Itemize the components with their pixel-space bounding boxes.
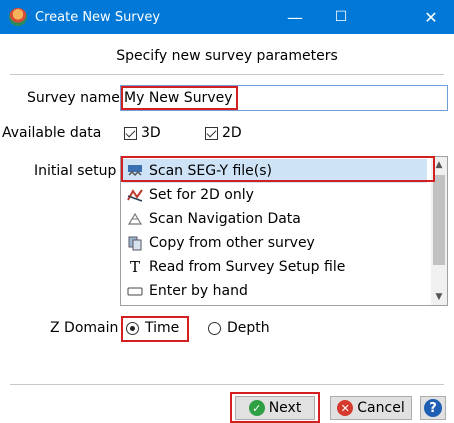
survey-name-input[interactable] (120, 85, 448, 111)
list-item-label: Scan SEG-Y file(s) (149, 163, 272, 179)
scroll-down-icon[interactable]: ▼ (431, 289, 447, 305)
close-button[interactable]: ✕ (408, 0, 454, 34)
text-icon: T (129, 258, 140, 276)
help-icon: ? (424, 399, 442, 417)
navigation-icon (127, 211, 143, 227)
minimize-button[interactable]: — (272, 0, 318, 34)
checkbox-3d[interactable]: 3D (124, 125, 161, 141)
list-item-label: Read from Survey Setup file (149, 259, 346, 275)
list-item-label: Copy from other survey (149, 235, 315, 251)
checkbox-3d-label: 3D (141, 125, 161, 141)
list-item-label: Enter by hand (149, 283, 248, 299)
list-item-scan-navigation[interactable]: Scan Navigation Data (123, 207, 427, 231)
app-logo-icon (9, 8, 27, 26)
scroll-thumb[interactable] (433, 175, 445, 265)
maximize-button[interactable]: ☐ (318, 0, 364, 34)
initial-setup-list[interactable]: Scan SEG-Y file(s) Set for 2D only Scan … (120, 156, 448, 306)
next-button-label: Next (268, 400, 302, 416)
bottom-divider (10, 384, 444, 385)
checkbox-2d[interactable]: 2D (205, 125, 242, 141)
list-item-enter-by-hand[interactable]: Enter by hand (123, 279, 427, 303)
radio-depth-label: Depth (227, 320, 270, 336)
dialog-subtitle: Specify new survey parameters (116, 48, 338, 64)
2d-line-icon (127, 187, 143, 203)
title-bar: Create New Survey — ☐ ✕ (0, 0, 454, 34)
scroll-up-icon[interactable]: ▲ (431, 157, 447, 173)
checkbox-2d-label: 2D (222, 125, 242, 141)
list-item-label: Set for 2D only (149, 187, 254, 203)
list-item-read-setup-file[interactable]: T Read from Survey Setup file (123, 255, 427, 279)
available-data-label: Available data (2, 125, 102, 141)
radio-selected-icon (126, 321, 139, 335)
next-button[interactable]: ✓ Next (235, 396, 315, 420)
checkbox-checked-icon (205, 126, 218, 140)
keyboard-icon (127, 283, 143, 299)
cancel-button[interactable]: ✕ Cancel (330, 396, 412, 420)
list-scrollbar[interactable]: ▲ ▼ (431, 157, 447, 305)
list-item-copy-survey[interactable]: Copy from other survey (123, 231, 427, 255)
help-button[interactable]: ? (420, 396, 446, 420)
checkbox-checked-icon (124, 126, 137, 140)
list-item-set-2d[interactable]: Set for 2D only (123, 183, 427, 207)
radio-time[interactable]: Time (126, 320, 179, 336)
list-item-label: Scan Navigation Data (149, 211, 301, 227)
initial-setup-label: Initial setup (34, 163, 117, 179)
top-divider (10, 74, 444, 75)
checkmark-icon: ✓ (248, 400, 265, 416)
radio-time-label: Time (145, 320, 180, 336)
z-domain-label: Z Domain (50, 320, 119, 336)
radio-unselected-icon (208, 321, 221, 335)
radio-depth[interactable]: Depth (208, 320, 270, 336)
survey-name-label: Survey name (27, 90, 120, 106)
segy-icon (127, 163, 143, 179)
window-title: Create New Survey (35, 9, 161, 25)
cancel-x-icon: ✕ (337, 400, 354, 416)
copy-icon (127, 235, 143, 251)
cancel-button-label: Cancel (357, 400, 405, 416)
list-item-scan-segy[interactable]: Scan SEG-Y file(s) (123, 159, 427, 183)
